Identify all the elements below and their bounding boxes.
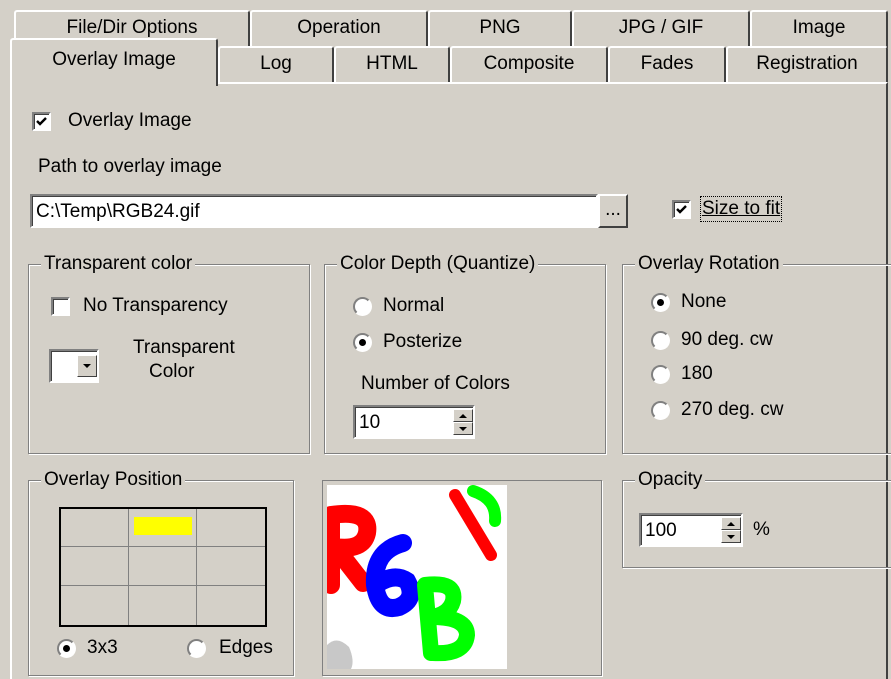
radio-3x3-label: 3x3 <box>87 637 118 658</box>
grid-vline-2 <box>196 509 197 625</box>
overlay-rotation-group: Overlay Rotation None 90 deg. cw 180 270… <box>622 253 891 454</box>
transparent-color-group: Transparent color No Transparency Transp… <box>28 253 310 454</box>
radio-edges[interactable] <box>187 639 206 658</box>
no-transparency-checkbox[interactable] <box>51 297 70 316</box>
overlay-image-panel: Overlay Image Path to overlay image C:\T… <box>10 82 891 679</box>
grid-hline-2 <box>61 585 265 586</box>
tab-label: Overlay Image <box>52 49 176 70</box>
tab-label: JPG / GIF <box>618 17 704 38</box>
radio-none[interactable] <box>651 293 670 312</box>
position-grid[interactable] <box>59 507 267 627</box>
browse-button[interactable]: ... <box>598 194 628 228</box>
no-transparency-label: No Transparency <box>83 295 228 316</box>
radio-normal-label: Normal <box>383 295 445 316</box>
checkmark-icon <box>676 205 687 214</box>
transparent-color-title: Transparent color <box>41 253 196 275</box>
number-of-colors-label: Number of Colors <box>361 373 510 394</box>
tab-log[interactable]: Log <box>218 46 334 84</box>
arrow-down-icon <box>459 426 467 431</box>
path-input[interactable]: C:\Temp\RGB24.gif <box>30 194 598 228</box>
radio-normal[interactable] <box>353 297 372 316</box>
transparent-color-label-1: Transparent <box>133 337 235 358</box>
opacity-value: 100 <box>645 520 677 541</box>
tab-operation[interactable]: Operation <box>250 10 428 48</box>
tab-label: File/Dir Options <box>66 17 198 38</box>
tab-label: Composite <box>483 53 575 74</box>
size-to-fit-checkbox[interactable] <box>672 200 691 219</box>
grid-hline-1 <box>61 546 265 547</box>
radio-180-label: 180 <box>681 363 713 384</box>
opacity-group: Opacity 100 % <box>622 469 891 568</box>
radio-dot <box>63 645 70 652</box>
tab-label: Log <box>260 53 292 74</box>
position-highlight <box>134 517 192 535</box>
arrow-up-icon <box>459 413 467 418</box>
tab-jpg-gif[interactable]: JPG / GIF <box>572 10 750 48</box>
spin-up-button[interactable] <box>721 517 741 530</box>
tab-label: Image <box>792 17 846 38</box>
radio-180[interactable] <box>651 365 670 384</box>
transparent-color-label-2: Color <box>149 361 195 382</box>
arrow-down-icon <box>727 534 735 539</box>
radio-90-cw-label: 90 deg. cw <box>681 329 773 350</box>
spin-down-button[interactable] <box>721 530 741 543</box>
overlay-rotation-title: Overlay Rotation <box>635 253 783 275</box>
radio-dot <box>657 299 664 306</box>
overlay-preview-image <box>327 485 507 669</box>
spin-up-button[interactable] <box>453 409 473 422</box>
color-depth-group: Color Depth (Quantize) Normal Posterize … <box>324 253 606 454</box>
tab-registration[interactable]: Registration <box>726 46 888 84</box>
radio-90-cw[interactable] <box>651 331 670 350</box>
tab-fades[interactable]: Fades <box>608 46 726 84</box>
radio-none-label: None <box>681 291 727 312</box>
tab-html[interactable]: HTML <box>334 46 450 84</box>
color-dropdown-button[interactable] <box>77 355 97 377</box>
transparent-color-swatch[interactable] <box>49 349 99 383</box>
preview-frame <box>322 480 602 676</box>
tab-label: HTML <box>366 53 418 74</box>
grid-vline-1 <box>128 509 129 625</box>
number-of-colors-input[interactable]: 10 <box>353 405 475 439</box>
tab-label: Operation <box>297 17 381 38</box>
radio-270-cw-label: 270 deg. cw <box>681 399 784 420</box>
tab-png[interactable]: PNG <box>428 10 572 48</box>
radio-3x3[interactable] <box>57 639 76 658</box>
radio-edges-label: Edges <box>219 637 273 658</box>
tab-composite[interactable]: Composite <box>450 46 608 84</box>
arrow-up-icon <box>727 521 735 526</box>
size-to-fit-label: Size to fit <box>699 196 783 222</box>
opacity-input[interactable]: 100 <box>639 513 743 547</box>
overlay-image-label: Overlay Image <box>68 110 192 131</box>
tab-image[interactable]: Image <box>750 10 888 48</box>
color-depth-title: Color Depth (Quantize) <box>337 253 539 275</box>
tab-label: PNG <box>479 17 521 38</box>
overlay-position-group: Overlay Position 3x3 Edges <box>28 469 294 676</box>
checkmark-icon <box>36 117 47 126</box>
browse-button-label: ... <box>605 199 621 220</box>
chevron-down-icon <box>83 364 91 368</box>
overlay-image-checkbox[interactable] <box>32 112 51 131</box>
radio-dot <box>359 339 366 346</box>
tab-overlay-image[interactable]: Overlay Image <box>10 38 218 86</box>
opacity-title: Opacity <box>635 469 706 491</box>
radio-posterize-label: Posterize <box>383 331 463 352</box>
opacity-unit: % <box>753 519 770 540</box>
path-label: Path to overlay image <box>38 156 222 177</box>
tab-label: Fades <box>640 53 694 74</box>
number-of-colors-value: 10 <box>359 412 381 433</box>
spin-down-button[interactable] <box>453 422 473 435</box>
radio-posterize[interactable] <box>353 333 372 352</box>
overlay-position-title: Overlay Position <box>41 469 186 491</box>
radio-270-cw[interactable] <box>651 401 670 420</box>
tab-label: Registration <box>756 53 858 74</box>
